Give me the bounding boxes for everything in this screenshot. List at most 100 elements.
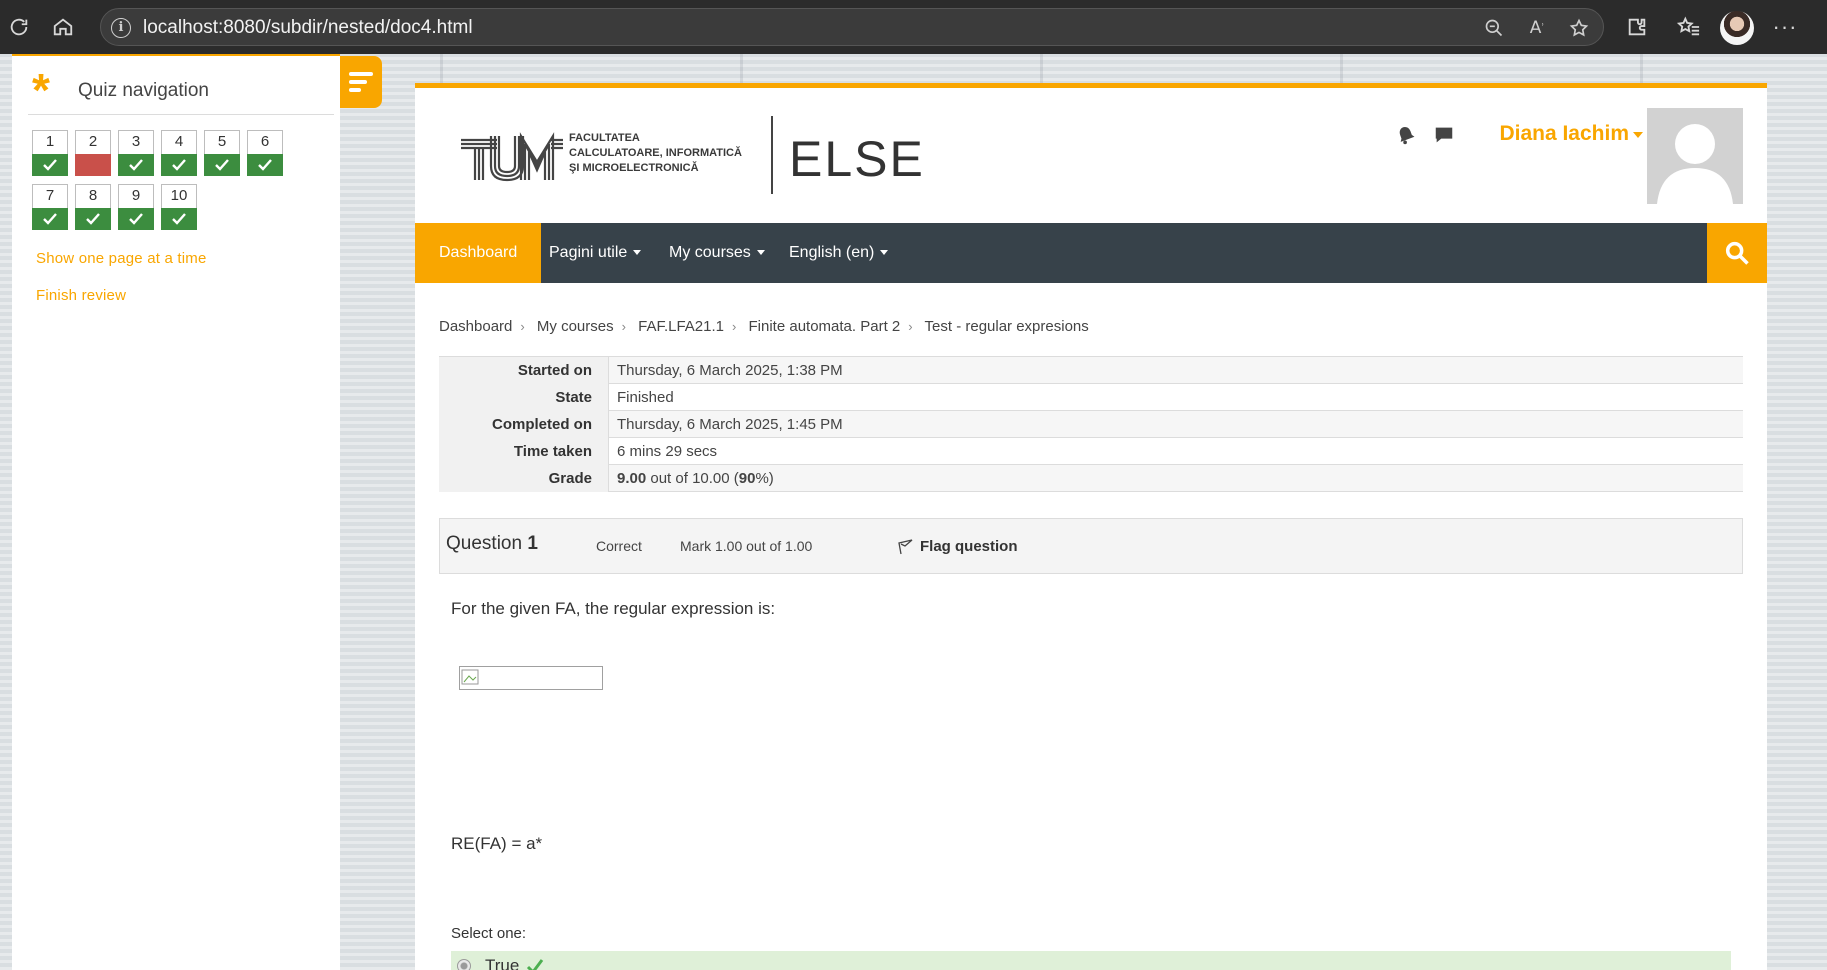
nav-language[interactable]: English (en) (765, 223, 912, 283)
attempt-summary-table: Started on Thursday, 6 March 2025, 1:38 … (439, 356, 1743, 492)
grade-score: 9.00 (617, 469, 647, 487)
address-url[interactable]: localhost:8080/subdir/nested/doc4.html (143, 17, 473, 39)
question-nav-button[interactable]: 9 (118, 184, 154, 230)
chevron-right-icon: › (520, 319, 525, 334)
summary-label: Started on (439, 356, 609, 384)
question-nav-number: 6 (260, 133, 270, 150)
question-nav-button[interactable]: 10 (161, 184, 197, 230)
question-nav-button[interactable]: 2 (75, 130, 111, 176)
show-one-page-link[interactable]: Show one page at a time (36, 250, 207, 267)
question-nav-number: 2 (88, 133, 98, 150)
user-avatar[interactable] (1647, 108, 1743, 204)
search-button[interactable] (1707, 223, 1767, 283)
grade-text: %) (755, 469, 774, 487)
summary-label: Time taken (439, 437, 609, 465)
caret-down-icon (756, 250, 765, 256)
drawer-title: Quiz navigation (78, 80, 209, 101)
nav-label: Pagini utile (549, 244, 628, 261)
user-name[interactable]: Diana Iachim (1499, 122, 1629, 146)
question-nav-button[interactable]: 7 (32, 184, 68, 230)
question-nav-number: 8 (88, 187, 98, 204)
page-viewport: * Quiz navigation 1 2 3 4 5 6 7 8 9 10 Show one p… (0, 54, 1827, 970)
notification-bell-icon[interactable] (1395, 124, 1419, 148)
finish-review-link[interactable]: Finish review (36, 287, 126, 304)
question-nav-number: 9 (131, 187, 141, 204)
faculty-name: FACULTATEA CALCULATOARE, INFORMATICĂ ŞI … (569, 131, 759, 176)
home-icon[interactable] (50, 14, 76, 40)
check-icon (118, 208, 154, 230)
chevron-right-icon: › (621, 319, 626, 334)
address-bar[interactable]: i localhost:8080/subdir/nested/doc4.html… (100, 8, 1604, 46)
question-info: Question 1 Correct Mark 1.00 out of 1.00… (439, 518, 1743, 574)
drawer-toggle-button[interactable] (340, 56, 382, 108)
flag-icon (898, 539, 913, 555)
breadcrumb-item[interactable]: Test - regular expresions (925, 318, 1089, 335)
chevron-right-icon: › (732, 319, 737, 334)
site-info-icon[interactable]: i (111, 18, 131, 38)
radio-selected[interactable] (457, 959, 471, 970)
breadcrumb-item[interactable]: My courses (537, 318, 614, 335)
question-grade: Mark 1.00 out of 1.00 (680, 538, 813, 554)
table-row: State Finished (439, 383, 1743, 411)
more-menu-icon[interactable]: ··· (1772, 14, 1798, 40)
breadcrumb-item[interactable]: FAF.LFA21.1 (638, 318, 724, 335)
summary-label: Grade (439, 464, 609, 492)
site-name: ELSE (789, 131, 925, 187)
favorites-list-icon[interactable] (1676, 14, 1702, 40)
question-nav-number: 5 (217, 133, 227, 150)
favorite-star-icon[interactable] (1568, 17, 1590, 39)
answer-label: True (485, 956, 520, 970)
question-state: Correct (596, 538, 642, 554)
main-navbar: Dashboard Pagini utile My courses Englis… (415, 223, 1767, 283)
chevron-right-icon: › (908, 319, 913, 334)
question-text: For the given FA, the regular expression… (451, 599, 776, 618)
check-icon (247, 154, 283, 176)
incorrect-status (75, 154, 111, 176)
browser-toolbar: i localhost:8080/subdir/nested/doc4.html… (0, 0, 1827, 54)
grade-percent: 90 (738, 469, 756, 487)
question-nav-button[interactable]: 6 (247, 130, 283, 176)
question-nav-number: 3 (131, 133, 141, 150)
reload-icon[interactable] (6, 14, 32, 40)
breadcrumb-item[interactable]: Dashboard (439, 318, 512, 335)
faculty-line: CALCULATOARE, INFORMATICĂ (569, 147, 742, 159)
question-number: Question 1 (446, 533, 538, 555)
menu-line-icon (349, 80, 367, 84)
summary-label: State (439, 383, 609, 411)
chevron-down-icon[interactable] (1633, 132, 1643, 138)
profile-avatar[interactable] (1720, 11, 1754, 45)
flag-question-button[interactable]: Flag question (898, 537, 1018, 555)
breadcrumb-item[interactable]: Finite automata. Part 2 (749, 318, 901, 335)
asterisk-icon: * (32, 64, 50, 116)
nav-dashboard[interactable]: Dashboard (415, 223, 542, 283)
broken-image (459, 666, 603, 690)
summary-value: Thursday, 6 March 2025, 1:38 PM (617, 361, 843, 379)
question-nav-button[interactable]: 3 (118, 130, 154, 176)
faculty-line: FACULTATEA (569, 132, 640, 144)
select-one-label: Select one: (451, 925, 527, 942)
check-icon (161, 208, 197, 230)
read-aloud-icon[interactable]: Aʾ (1526, 17, 1548, 39)
zoom-out-icon[interactable] (1483, 17, 1505, 39)
caret-down-icon (880, 250, 889, 256)
grade-value: 9.00 out of 10.00 (90%) (609, 470, 774, 487)
question-nav-button[interactable]: 1 (32, 130, 68, 176)
logo-divider (771, 116, 773, 194)
question-nav-number: 1 (45, 133, 55, 150)
question-nav-button[interactable]: 8 (75, 184, 111, 230)
check-icon (32, 154, 68, 176)
question-nav-button[interactable]: 4 (161, 130, 197, 176)
grade-text: out of 10.00 ( (646, 469, 739, 487)
messages-icon[interactable] (1433, 124, 1457, 148)
answer-option-true[interactable]: True (451, 951, 1731, 970)
table-row: Started on Thursday, 6 March 2025, 1:38 … (439, 356, 1743, 384)
question-nav-number: 10 (170, 187, 188, 204)
question-label: Question (446, 533, 523, 554)
check-icon (32, 208, 68, 230)
user-menu-area: Diana Iachim (1383, 108, 1743, 214)
caret-down-icon (633, 250, 642, 256)
question-nav-button[interactable]: 5 (204, 130, 240, 176)
broken-image-icon (461, 669, 479, 685)
check-icon (204, 154, 240, 176)
extensions-icon[interactable] (1624, 14, 1650, 40)
